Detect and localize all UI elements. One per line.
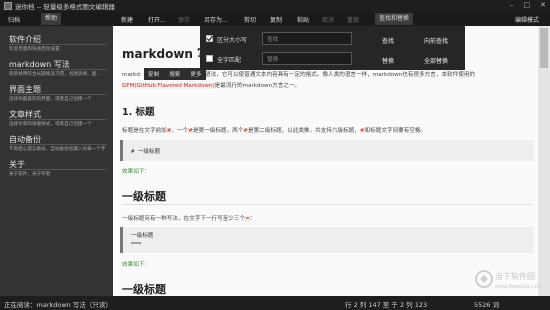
- divider: [9, 144, 107, 145]
- close-icon[interactable]: ✕: [540, 1, 546, 9]
- cut-button[interactable]: 剪切: [244, 15, 256, 24]
- case-sensitive-label: 区分大小写: [217, 37, 248, 44]
- undo-button[interactable]: 取消: [322, 15, 334, 24]
- sidebar-item-desc: 简单易用符合长期阅读习惯，创建表格、图...: [9, 72, 101, 77]
- divider: [122, 204, 532, 205]
- tab-help[interactable]: 帮助: [41, 13, 62, 25]
- more-button[interactable]: 更多: [190, 70, 201, 78]
- example-heading: 一级标题: [122, 190, 166, 203]
- context-toolbar: 复制 搜索 更多: [144, 68, 206, 80]
- example-heading: 一级标题: [122, 283, 166, 296]
- replace-button[interactable]: 替换: [382, 56, 394, 65]
- section-heading: 1. 标题: [122, 107, 155, 118]
- paragraph-heading: 标题是在文字前加#，一个#是第一级标题，两个#是第二级标题，以此类推，共支持六级…: [122, 128, 427, 134]
- sidebar-item-style[interactable]: 文章样式 选择文章的排版样式，或者自己创建一个: [0, 109, 113, 135]
- sidebar-item-desc: 选择你最喜欢的界面，或者自己创建一个: [9, 97, 92, 102]
- find-replace-panel: 区分大小写 查找 全字匹配 替换 查找 向前查找 替换 全部替换: [200, 26, 465, 70]
- effect-label: 效果如下：: [122, 169, 150, 175]
- window-controls: – □ ✕: [510, 1, 546, 9]
- edit-mode-button[interactable]: 编辑模式: [515, 15, 539, 24]
- title-bar: 迷你档 -- 轻量级多格式图文编辑器 – □ ✕: [0, 0, 550, 12]
- code-block: # 一级标题: [120, 140, 534, 161]
- save-as-button[interactable]: 另存为...: [204, 15, 228, 24]
- reading-status: 正在阅读：markdown 写法（只读）: [4, 301, 112, 309]
- sidebar-item-markdown[interactable]: markdown 写法 简单易用符合长期阅读习惯，创建表格、图...: [0, 59, 113, 85]
- redo-button[interactable]: 重做: [347, 15, 359, 24]
- window-title: 迷你档 -- 轻量级多格式图文编辑器: [15, 3, 115, 11]
- whole-word-checkbox[interactable]: [206, 55, 213, 62]
- code-block: 一级标题 ===: [120, 227, 534, 253]
- check-icon: [206, 35, 213, 42]
- case-sensitive-checkbox[interactable]: [206, 35, 213, 42]
- find-input[interactable]: 查找: [262, 32, 352, 45]
- paragraph-alt: 一级标题另有一种写法，在文字下一行写至少三个=：: [122, 216, 256, 222]
- sidebar: 软件介绍 欢迎页面和快速启动设置 markdown 写法 简单易用符合长期阅读习…: [0, 26, 113, 296]
- menu-bar: 归档 帮助 新建 打开... 保存 另存为... 剪切 复制 粘贴 取消 重做 …: [0, 12, 550, 26]
- find-replace-button[interactable]: 查找和替换: [375, 13, 414, 25]
- svg-text:www.downxia.com: www.downxia.com: [495, 284, 542, 290]
- copy-button[interactable]: 复制: [270, 15, 282, 24]
- cursor-position: 行 2 列 147 至 于 2 列 123: [345, 301, 428, 309]
- word-count: 5526 词: [474, 301, 500, 309]
- sidebar-item-desc: 欢迎页面和快速启动设置: [9, 47, 60, 52]
- replace-all-button[interactable]: 全部替换: [424, 56, 448, 65]
- divider: [9, 94, 107, 95]
- watermark-logo-icon: 当下软件园 www.downxia.com: [475, 270, 542, 290]
- find-previous-button[interactable]: 向前查找: [424, 36, 448, 45]
- save-button[interactable]: 保存: [178, 15, 190, 24]
- sidebar-item-about[interactable]: 关于 关于软件，关于作者: [0, 159, 113, 185]
- paste-button[interactable]: 粘贴: [297, 15, 309, 24]
- whole-word-label: 全字匹配: [217, 57, 242, 64]
- paragraph-gfm: GFM(GitHub Flavored Markdown)是最流行的markdo…: [122, 83, 301, 89]
- sidebar-item-desc: 选择文章的排版样式，或者自己创建一个: [9, 122, 92, 127]
- find-button[interactable]: 查找: [382, 36, 394, 45]
- watermark: 当下软件园 www.downxia.com: [474, 266, 550, 296]
- divider: [9, 169, 107, 170]
- divider: [9, 69, 107, 70]
- status-bar: 正在阅读：markdown 写法（只读） 行 2 列 147 至 于 2 列 1…: [0, 296, 550, 310]
- scroll-thumb[interactable]: [540, 28, 548, 68]
- sidebar-item-desc: 不再担心遗忘备份，自动备份您输入的每一个字: [9, 147, 106, 152]
- divider: [9, 44, 107, 45]
- copy-button[interactable]: 复制: [148, 70, 159, 78]
- sidebar-item-theme[interactable]: 界面主题 选择你最喜欢的界面，或者自己创建一个: [0, 84, 113, 110]
- app-logo-icon: [4, 2, 12, 10]
- svg-text:当下软件园: 当下软件园: [495, 271, 535, 281]
- search-button[interactable]: 搜索: [169, 70, 180, 78]
- inline-code: GFM(GitHub Flavored Markdown): [122, 83, 215, 89]
- maximize-icon[interactable]: □: [524, 1, 531, 9]
- sidebar-item-desc: 关于软件，关于作者: [9, 172, 51, 177]
- replace-input[interactable]: 替换: [262, 52, 352, 65]
- open-button[interactable]: 打开...: [148, 15, 166, 24]
- sidebar-item-backup[interactable]: 自动备份 不再担心遗忘备份，自动备份您输入的每一个字: [0, 134, 113, 160]
- vertical-scrollbar[interactable]: [538, 26, 550, 296]
- tab-archive[interactable]: 归档: [8, 15, 20, 24]
- new-button[interactable]: 新建: [121, 15, 133, 24]
- minimize-icon[interactable]: –: [510, 1, 514, 9]
- effect-label: 效果如下：: [122, 262, 150, 268]
- sidebar-item-intro[interactable]: 软件介绍 欢迎页面和快速启动设置: [0, 34, 113, 60]
- divider: [9, 119, 107, 120]
